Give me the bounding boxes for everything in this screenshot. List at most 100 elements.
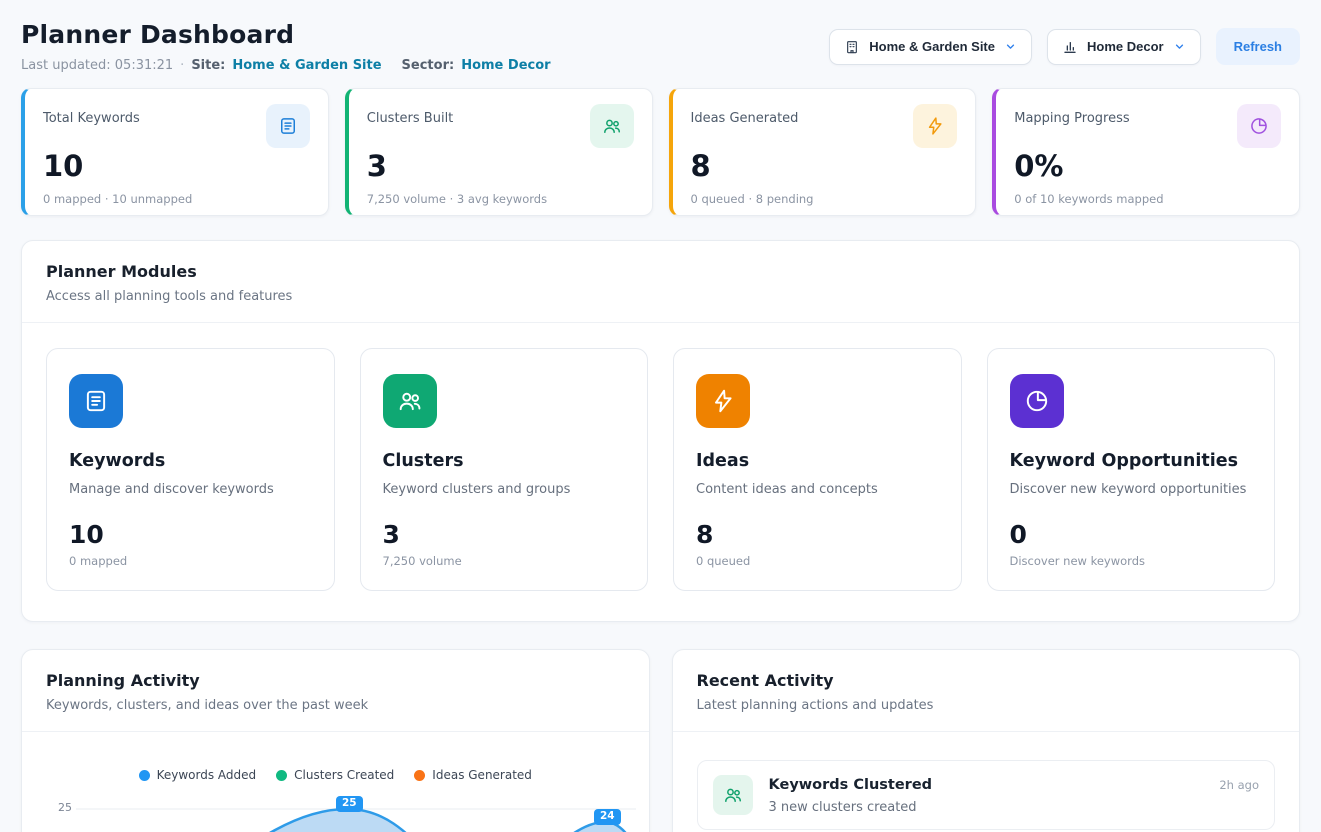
stat-value: 8 <box>691 149 958 183</box>
divider <box>22 731 649 732</box>
planner-modules-panel: Planner Modules Access all planning tool… <box>21 240 1300 622</box>
activity-item-body: Keywords Clustered 3 new clusters create… <box>769 775 1204 815</box>
module-value: 8 <box>696 520 939 549</box>
activity-item-time: 2h ago <box>1219 775 1259 792</box>
planner-dashboard-page: Planner Dashboard Last updated: 05:31:21… <box>0 0 1321 832</box>
planning-activity-card: Planning Activity Keywords, clusters, an… <box>21 649 650 832</box>
page-title: Planner Dashboard <box>21 20 551 49</box>
module-description: Manage and discover keywords <box>69 482 312 497</box>
legend-dot-green <box>276 770 287 781</box>
stat-card-mapping-progress: Mapping Progress 0% 0 of 10 keywords map… <box>992 88 1300 216</box>
panel-subtitle: Access all planning tools and features <box>46 289 1275 304</box>
y-axis-tick: 25 <box>58 801 72 814</box>
module-subtext: Discover new keywords <box>1010 554 1253 568</box>
panel-subtitle: Keywords, clusters, and ideas over the p… <box>46 698 625 713</box>
activity-item-description: 3 new clusters created <box>769 800 1204 815</box>
module-card-keywords[interactable]: Keywords Manage and discover keywords 10… <box>46 348 335 591</box>
pie-chart-icon <box>1237 104 1281 148</box>
legend-dot-orange <box>414 770 425 781</box>
module-description: Discover new keyword opportunities <box>1010 482 1253 497</box>
module-card-keyword-opportunities[interactable]: Keyword Opportunities Discover new keywo… <box>987 348 1276 591</box>
activity-item-keywords-clustered: Keywords Clustered 3 new clusters create… <box>697 760 1276 830</box>
module-title: Keywords <box>69 451 312 471</box>
pie-chart-icon <box>1010 374 1064 428</box>
activity-chart-area: 25 25 24 <box>22 782 649 832</box>
legend-item-clusters-created[interactable]: Clusters Created <box>276 768 394 782</box>
module-card-clusters[interactable]: Clusters Keyword clusters and groups 3 7… <box>360 348 649 591</box>
recent-activity-card: Recent Activity Latest planning actions … <box>672 649 1301 832</box>
bolt-icon <box>696 374 750 428</box>
bar-chart-icon <box>1062 39 1078 55</box>
sector-selector-dropdown[interactable]: Home Decor <box>1047 29 1201 65</box>
stat-subtext: 0 queued · 8 pending <box>691 192 958 206</box>
stat-label: Clusters Built <box>367 104 454 126</box>
data-point-label: 24 <box>594 809 621 825</box>
stat-card-ideas-generated: Ideas Generated 8 0 queued · 8 pending <box>669 88 977 216</box>
meta-separator: · <box>180 58 184 73</box>
site-link[interactable]: Home & Garden Site <box>232 58 381 73</box>
sector-selector-value: Home Decor <box>1087 39 1164 54</box>
module-subtext: 7,250 volume <box>383 554 626 568</box>
stat-label: Total Keywords <box>43 104 140 126</box>
stat-value: 0% <box>1014 149 1281 183</box>
legend-item-ideas-generated[interactable]: Ideas Generated <box>414 768 532 782</box>
bolt-icon <box>913 104 957 148</box>
stat-label: Ideas Generated <box>691 104 799 126</box>
chevron-down-icon <box>1004 40 1017 53</box>
users-icon <box>590 104 634 148</box>
refresh-button[interactable]: Refresh <box>1216 28 1300 65</box>
panel-header: Planner Modules Access all planning tool… <box>22 241 1299 322</box>
site-selector-dropdown[interactable]: Home & Garden Site <box>829 29 1032 65</box>
sector-link[interactable]: Home Decor <box>461 58 550 73</box>
module-title: Ideas <box>696 451 939 471</box>
module-description: Keyword clusters and groups <box>383 482 626 497</box>
header-controls: Home & Garden Site Home Decor Refresh <box>829 28 1300 65</box>
panel-header: Planning Activity Keywords, clusters, an… <box>22 650 649 731</box>
modules-grid: Keywords Manage and discover keywords 10… <box>22 323 1299 621</box>
last-updated-text: Last updated: 05:31:21 <box>21 58 173 73</box>
document-icon <box>69 374 123 428</box>
stat-value: 10 <box>43 149 310 183</box>
panel-subtitle: Latest planning actions and updates <box>697 698 1276 713</box>
users-icon <box>383 374 437 428</box>
bottom-row: Planning Activity Keywords, clusters, an… <box>21 649 1300 832</box>
users-icon <box>713 775 753 815</box>
stat-subtext: 7,250 volume · 3 avg keywords <box>367 192 634 206</box>
chart-legend: Keywords Added Clusters Created Ideas Ge… <box>22 768 649 782</box>
module-subtext: 0 mapped <box>69 554 312 568</box>
module-value: 3 <box>383 520 626 549</box>
stat-subtext: 0 mapped · 10 unmapped <box>43 192 310 206</box>
header-meta: Last updated: 05:31:21 · Site: Home & Ga… <box>21 58 551 73</box>
building-icon <box>844 39 860 55</box>
activity-list: Keywords Clustered 3 new clusters create… <box>673 732 1300 832</box>
module-title: Clusters <box>383 451 626 471</box>
document-icon <box>266 104 310 148</box>
header: Planner Dashboard Last updated: 05:31:21… <box>21 15 1300 73</box>
stats-row: Total Keywords 10 0 mapped · 10 unmapped… <box>21 88 1300 216</box>
data-point-label: 25 <box>336 796 363 812</box>
site-selector-value: Home & Garden Site <box>869 39 995 54</box>
legend-item-keywords-added[interactable]: Keywords Added <box>139 768 257 782</box>
module-value: 10 <box>69 520 312 549</box>
stat-card-clusters-built: Clusters Built 3 7,250 volume · 3 avg ke… <box>345 88 653 216</box>
panel-title: Planner Modules <box>46 262 1275 281</box>
panel-header: Recent Activity Latest planning actions … <box>673 650 1300 731</box>
panel-title: Planning Activity <box>46 671 625 690</box>
module-title: Keyword Opportunities <box>1010 451 1253 471</box>
legend-label: Ideas Generated <box>432 768 532 782</box>
stat-value: 3 <box>367 149 634 183</box>
legend-label: Clusters Created <box>294 768 394 782</box>
panel-title: Recent Activity <box>697 671 1276 690</box>
legend-label: Keywords Added <box>157 768 257 782</box>
module-description: Content ideas and concepts <box>696 482 939 497</box>
activity-item-title: Keywords Clustered <box>769 777 1204 793</box>
header-left: Planner Dashboard Last updated: 05:31:21… <box>21 15 551 73</box>
stat-subtext: 0 of 10 keywords mapped <box>1014 192 1281 206</box>
chevron-down-icon <box>1173 40 1186 53</box>
stat-card-total-keywords: Total Keywords 10 0 mapped · 10 unmapped <box>21 88 329 216</box>
module-subtext: 0 queued <box>696 554 939 568</box>
legend-dot-blue <box>139 770 150 781</box>
module-card-ideas[interactable]: Ideas Content ideas and concepts 8 0 que… <box>673 348 962 591</box>
sector-label: Sector: <box>402 58 455 73</box>
stat-label: Mapping Progress <box>1014 104 1129 126</box>
